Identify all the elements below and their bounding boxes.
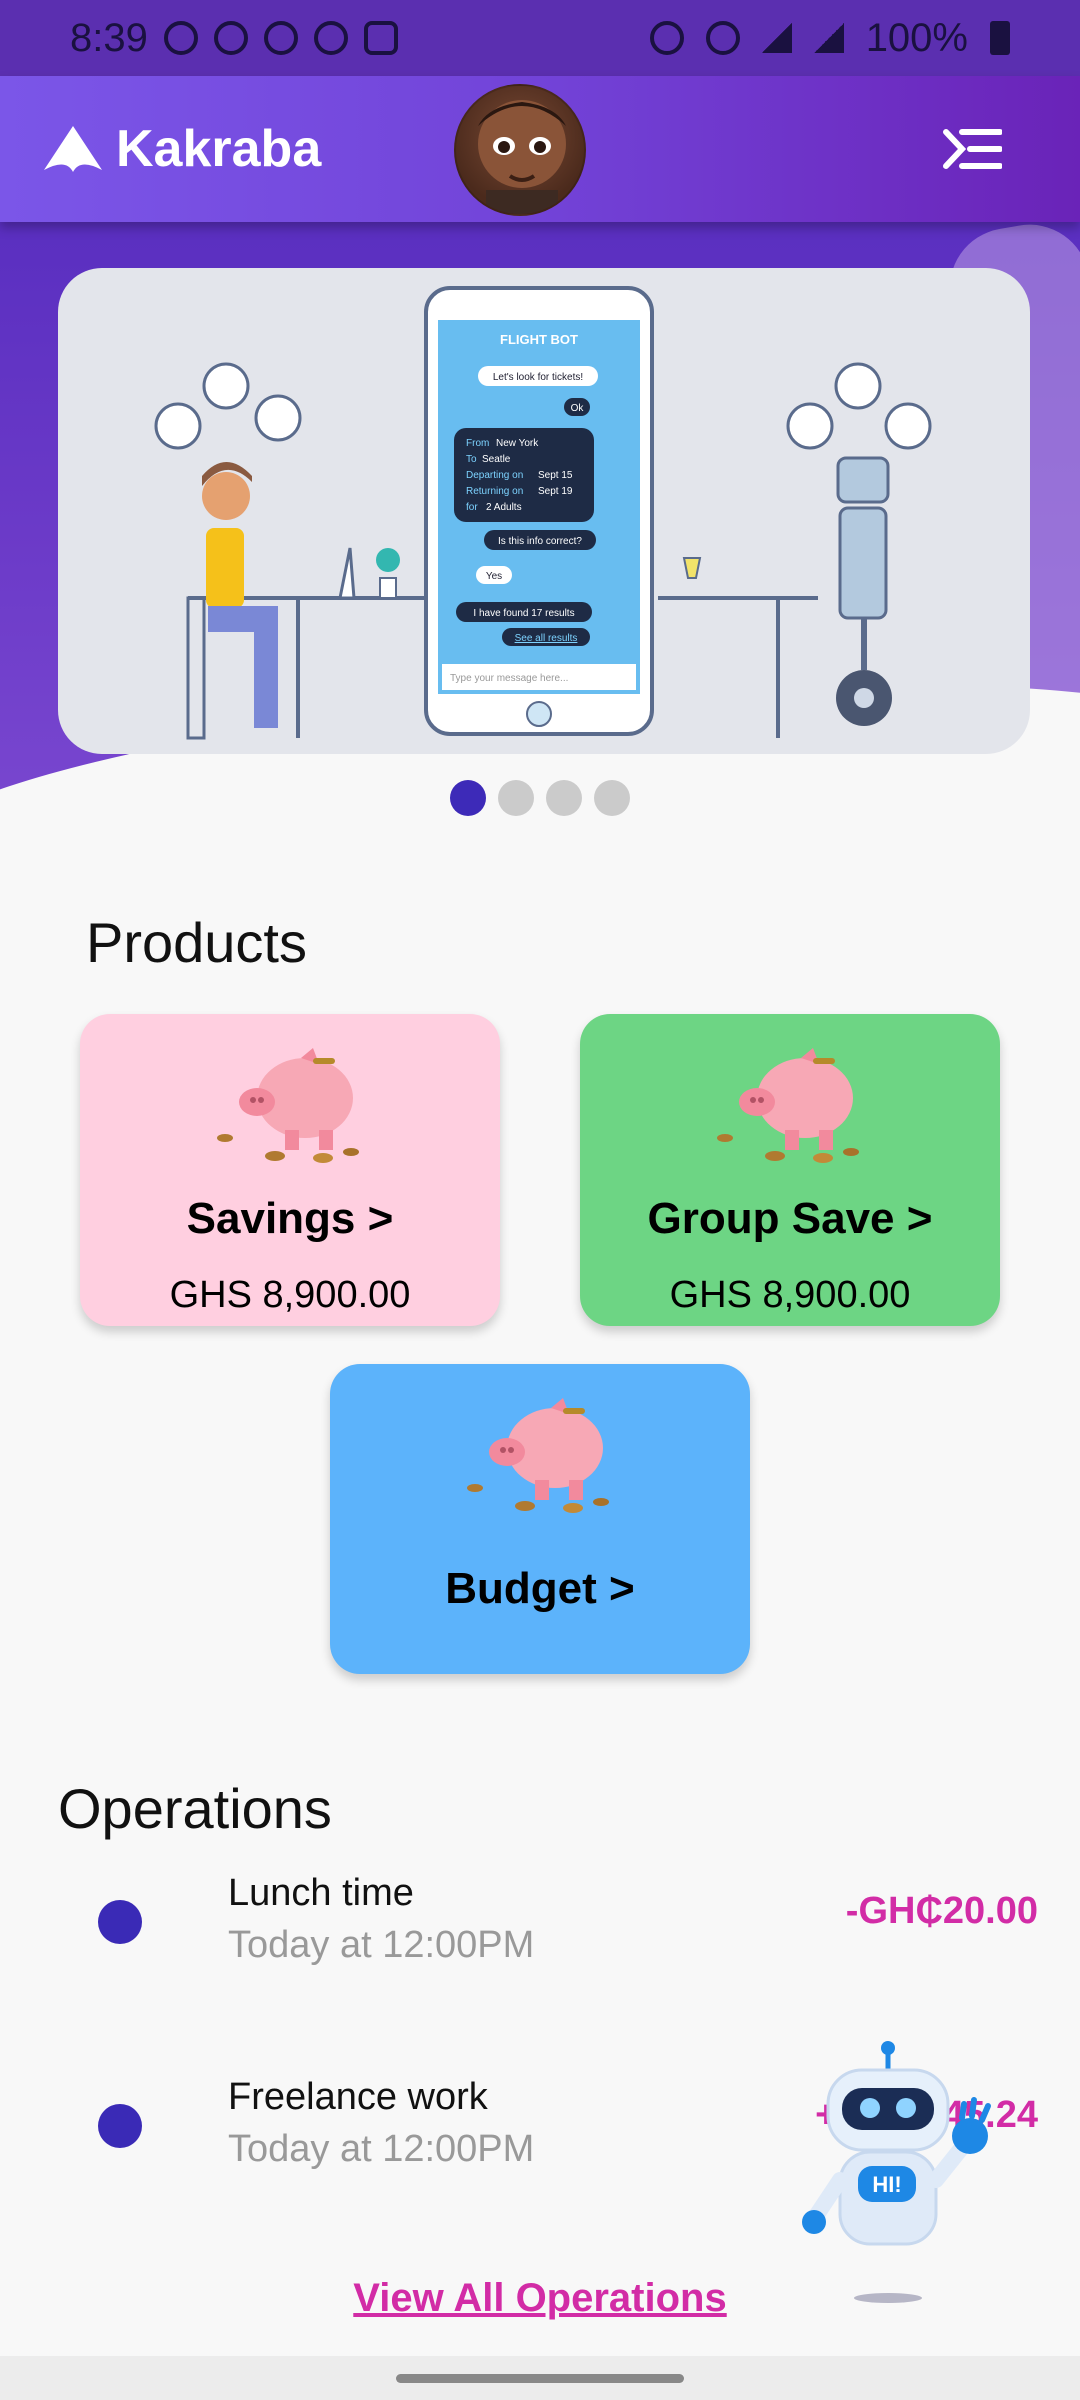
carousel-pagination (0, 780, 1080, 816)
whatsapp-icon (163, 21, 198, 55)
piggy-bank-icon (217, 1048, 359, 1163)
emoji-icon-2 (313, 21, 348, 55)
chat-for-value: 2 Adults (486, 502, 522, 513)
avatar[interactable] (454, 84, 586, 216)
operation-amount: -GH₵20.00 (845, 1890, 1038, 1932)
chat-returning-value: Sept 19 (538, 486, 573, 497)
savings-card[interactable]: Savings > GHS 8,900.00 (80, 1014, 500, 1326)
chat-input-placeholder: Type your message here... (450, 673, 568, 684)
chatbot-robot-button[interactable]: HI! (800, 2040, 1010, 2310)
group-save-amount: GHS 8,900.00 (669, 1274, 911, 1316)
piggy-bank-icon (717, 1048, 859, 1163)
chat-msg-5: I have found 17 results (473, 608, 574, 619)
status-left: 8:39 (70, 16, 398, 61)
operation-dot-icon (98, 1900, 142, 1944)
carousel-dot-1[interactable] (450, 780, 486, 816)
flight-bot-illustration: FLIGHT BOT Let's look for tickets! Ok Fr… (154, 286, 932, 740)
piggy-bank-icon (467, 1398, 609, 1513)
status-bar: 8:39 100% (0, 0, 1080, 76)
app-bar: Kakraba (0, 76, 1080, 222)
carousel-dot-4[interactable] (594, 780, 630, 816)
home-gesture-handle[interactable] (396, 2374, 684, 2383)
battery-text: 100% (865, 15, 968, 60)
group-save-label: Group Save > (647, 1194, 933, 1243)
budget-label: Budget > (445, 1564, 635, 1613)
robot-badge: HI! (872, 2172, 901, 2197)
operation-time: Today at 12:00PM (228, 1924, 535, 1966)
savings-label: Savings > (186, 1194, 394, 1243)
budget-card[interactable]: Budget > (330, 1364, 750, 1674)
chat-departing-value: Sept 15 (538, 470, 573, 481)
chat-msg-4: Yes (486, 571, 502, 582)
group-save-card[interactable]: Group Save > GHS 8,900.00 (580, 1014, 1000, 1326)
carousel-dot-3[interactable] (546, 780, 582, 816)
alarm-icon (649, 21, 684, 55)
instagram-icon (363, 21, 398, 55)
chat-msg-6: See all results (515, 633, 578, 644)
operation-time: Today at 12:00PM (228, 2128, 535, 2170)
products-title: Products (86, 911, 307, 974)
telegram-icon (213, 21, 248, 55)
operation-row[interactable]: Lunch time Today at 12:00PM -GH₵20.00 (0, 1862, 1080, 1972)
signal-icon (761, 23, 792, 53)
operation-name: Freelance work (228, 2076, 488, 2118)
phone-title: FLIGHT BOT (500, 332, 578, 347)
status-time: 8:39 (70, 15, 148, 60)
operation-name: Lunch time (228, 1872, 414, 1914)
status-right: 100% (649, 15, 1010, 61)
brand-name: Kakraba (116, 120, 322, 178)
promo-carousel[interactable]: FLIGHT BOT Let's look for tickets! Ok Fr… (58, 268, 1030, 754)
savings-amount: GHS 8,900.00 (169, 1274, 411, 1316)
kakraba-logo-icon (40, 122, 106, 176)
chat-returning-label: Returning on (466, 486, 523, 497)
battery-icon (990, 21, 1010, 55)
chat-msg-1: Let's look for tickets! (493, 372, 583, 383)
chat-departing-label: Departing on (466, 470, 523, 481)
hotspot-icon (705, 21, 740, 55)
brand-logo[interactable]: Kakraba (40, 119, 321, 179)
signal-4g-icon (813, 23, 844, 53)
system-nav-bar (0, 2356, 1080, 2400)
chat-from-label: From (466, 438, 489, 449)
operations-title: Operations (58, 1777, 332, 1840)
chat-to-label: To (466, 454, 477, 465)
carousel-dot-2[interactable] (498, 780, 534, 816)
chat-msg-3: Is this info correct? (498, 536, 582, 547)
menu-icon[interactable] (942, 126, 1003, 172)
operation-dot-icon (98, 2104, 142, 2148)
emoji-icon (263, 21, 298, 55)
chat-from-value: New York (496, 438, 539, 449)
robot-icon: HI! (802, 2041, 991, 2303)
chat-to-value: Seatle (482, 454, 511, 465)
chat-for-label: for (466, 502, 478, 513)
chat-msg-2: Ok (571, 403, 585, 414)
